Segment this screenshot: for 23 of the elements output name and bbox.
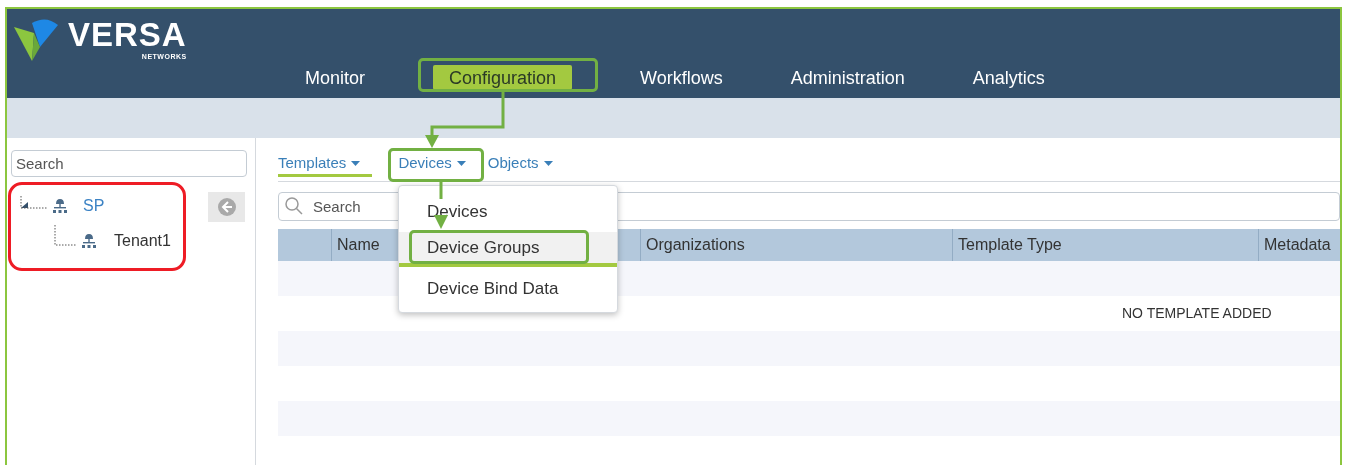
nav-tab[interactable]: Configuration [433, 64, 573, 90]
sub-tab[interactable]: Templates [278, 153, 373, 177]
sub-tab[interactable]: Objects [487, 153, 553, 177]
search-field[interactable]: Search [11, 150, 247, 177]
sub-tab[interactable]: Devices [398, 153, 466, 177]
nav-tab[interactable]: Workflows [640, 64, 723, 90]
collapse-button[interactable] [208, 192, 245, 222]
caret-icon [351, 161, 361, 166]
menu-item[interactable]: Device Bind Data [399, 271, 617, 306]
logo-text: VERSA [68, 20, 187, 50]
tree-item[interactable]: SP [83, 194, 105, 218]
empty-message: NO TEMPLATE ADDED [1122, 304, 1272, 323]
network-icon [52, 198, 68, 214]
tree-item[interactable]: Tenant1 [114, 229, 171, 253]
arrow-left-icon [216, 197, 237, 217]
nav-tab[interactable]: Monitor [305, 64, 366, 90]
caret-icon [456, 161, 466, 166]
nav-tab[interactable]: Administration [790, 64, 905, 90]
network-icon [81, 233, 97, 249]
search-icon [284, 196, 304, 216]
caret-icon [543, 161, 553, 166]
nav-tab[interactable]: Analytics [972, 64, 1045, 90]
menu-item[interactable]: Devices [399, 194, 617, 229]
